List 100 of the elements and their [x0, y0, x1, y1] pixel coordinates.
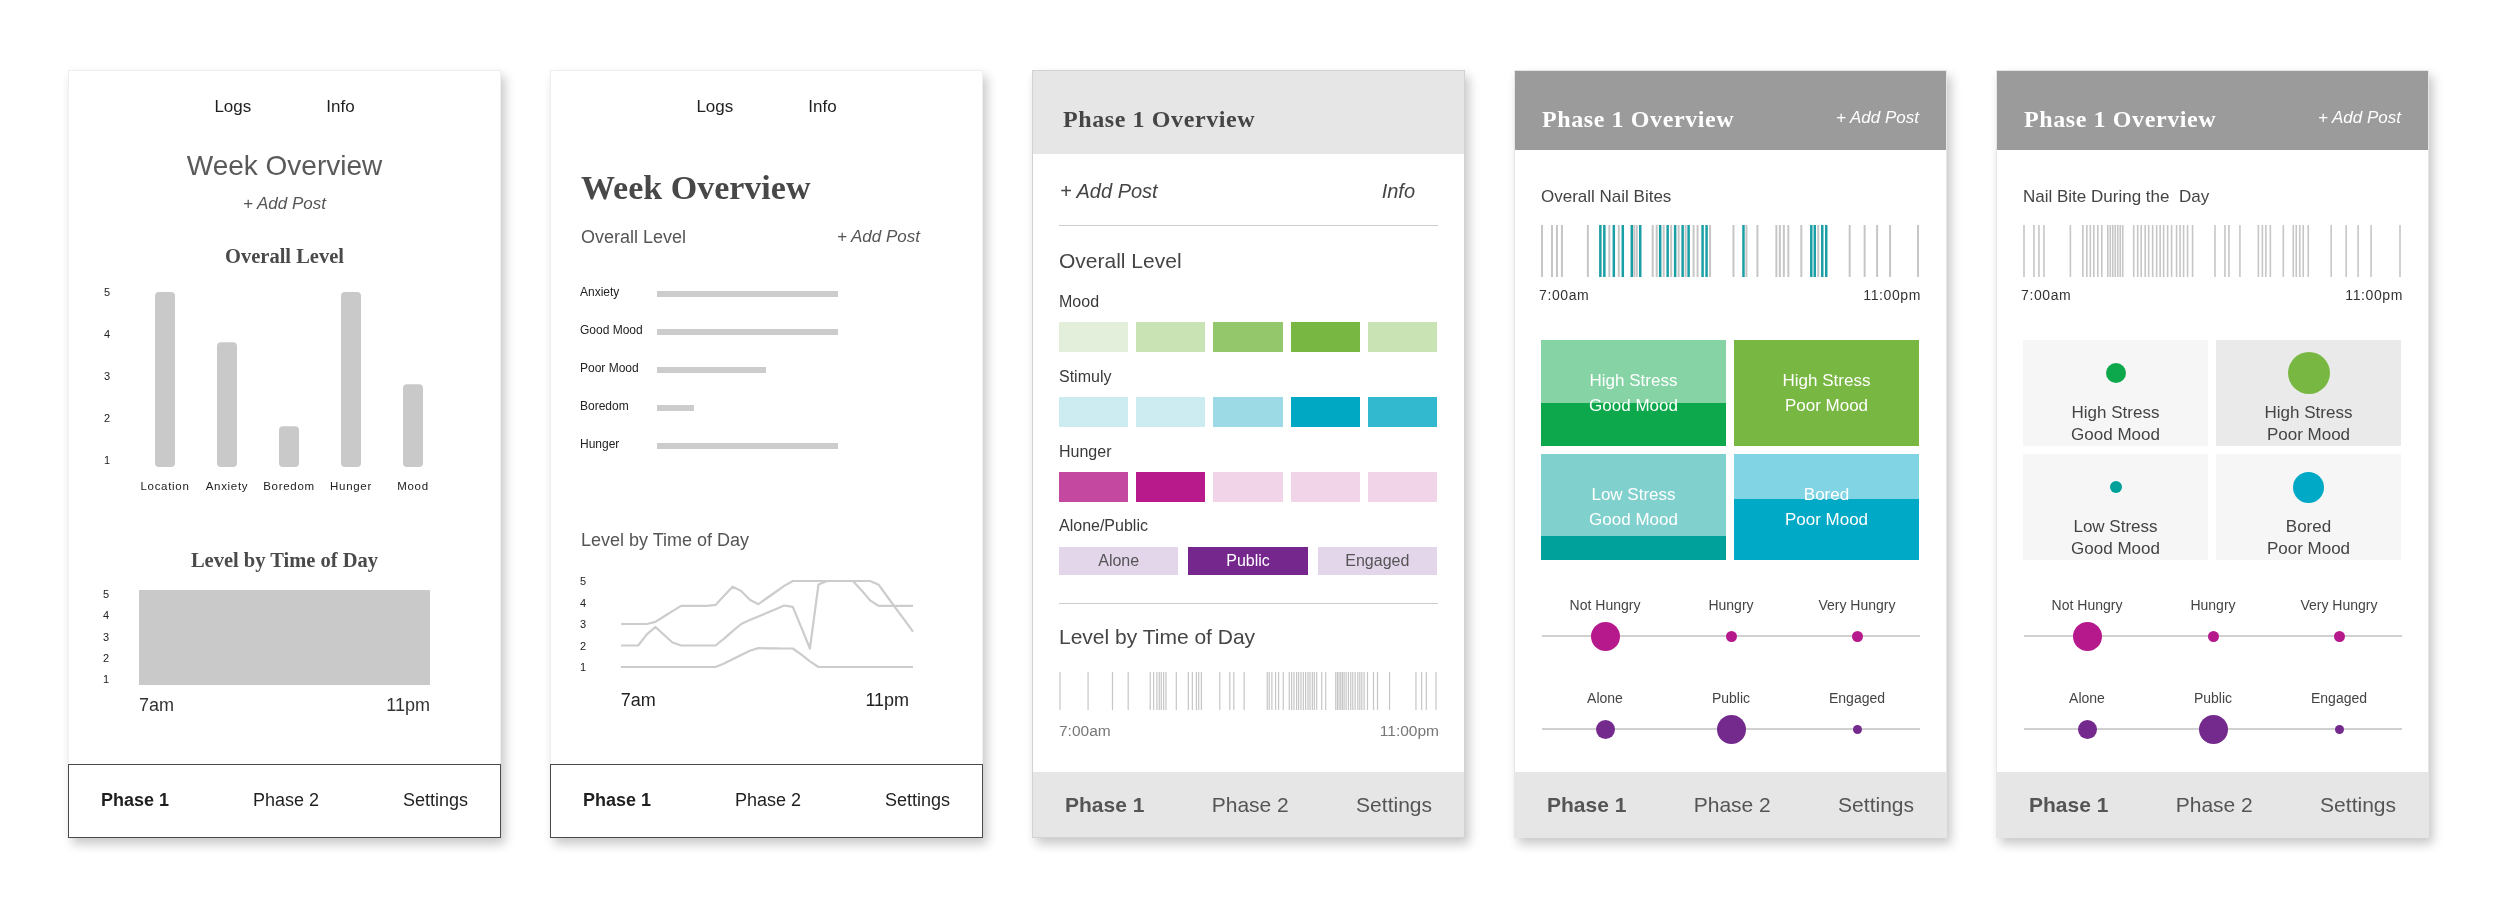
- scale-label: Not Hungry: [1569, 596, 1641, 615]
- section-heading: Overall Level: [1059, 248, 1182, 274]
- screen-title: Phase 1 Overview: [1542, 104, 1735, 134]
- time-label: 11:00pm: [1379, 721, 1439, 741]
- section-heading: Level by Time of Day: [581, 529, 750, 552]
- tile-label: Poor Mood: [2266, 424, 2351, 446]
- time-label: 11:00pm: [2345, 286, 2403, 305]
- scale-label: Engaged: [1828, 689, 1886, 708]
- scale-label: Very Hungry: [2300, 596, 2378, 615]
- tab[interactable]: Settings: [2320, 790, 2396, 819]
- bar: [279, 426, 299, 467]
- group-label: Mood: [1059, 292, 1100, 312]
- y-tick-label: 5: [103, 286, 111, 298]
- info-link[interactable]: Info: [1381, 177, 1415, 205]
- option-button[interactable]: Engaged: [1317, 547, 1437, 575]
- scale-label: Public: [1711, 689, 1751, 708]
- row-label: Good Mood: [580, 322, 644, 338]
- category-label: Mood: [397, 480, 429, 492]
- tile-label: Low Stress: [1591, 484, 1676, 506]
- row-label: Anxiety: [580, 284, 621, 300]
- time-label: 11pm: [386, 694, 430, 717]
- section-heading: Level by Time of Day: [1059, 624, 1256, 650]
- screen-title: Phase 1 Overview: [1063, 105, 1256, 134]
- tile-label: High Stress: [1589, 370, 1678, 392]
- add-post-link[interactable]: + Add Post: [243, 192, 326, 216]
- tab[interactable]: Phase 1: [583, 789, 652, 813]
- row-label: Hunger: [580, 436, 621, 452]
- tab[interactable]: Phase 2: [2175, 790, 2253, 819]
- time-label: 7:00am: [1539, 286, 1590, 305]
- tile-label: Poor Mood: [2266, 538, 2351, 560]
- tile-label: High Stress: [2264, 402, 2353, 424]
- add-post-link[interactable]: + Add Post: [837, 225, 920, 249]
- x-tick-label: 7am: [620, 690, 656, 710]
- nav-link[interactable]: Info: [326, 96, 355, 118]
- y-tick-label: 5: [103, 587, 110, 601]
- scale-label: Hungry: [2190, 596, 2236, 615]
- tile-label: Good Mood: [2071, 424, 2160, 446]
- y-tick-label: 2: [579, 639, 587, 652]
- section-heading: Overall Nail Bites: [1541, 186, 1672, 208]
- category-label: Hunger: [330, 480, 372, 492]
- time-label: 11:00pm: [1863, 286, 1921, 305]
- tab[interactable]: Phase 1: [1547, 790, 1627, 819]
- tab[interactable]: Phase 1: [101, 789, 170, 813]
- y-tick-label: 1: [103, 453, 111, 466]
- tile-label: High Stress: [1782, 370, 1871, 392]
- tile-label: Low Stress: [2073, 516, 2158, 538]
- category-label: Boredom: [263, 480, 315, 492]
- tile-label: Bored: [2285, 516, 2332, 538]
- add-post-link[interactable]: + Add Post: [1060, 177, 1158, 205]
- scale-label: Public: [2193, 689, 2233, 708]
- y-tick-label: 4: [103, 327, 111, 340]
- y-tick-label: 1: [579, 661, 587, 673]
- option-button[interactable]: Public: [1188, 547, 1308, 575]
- section-heading: Overall Level: [581, 226, 687, 249]
- tile-label: Good Mood: [2071, 538, 2160, 560]
- y-tick-label: 3: [103, 629, 110, 644]
- group-label: Alone/Public: [1059, 516, 1148, 536]
- y-tick-label: 5: [579, 575, 587, 587]
- tab[interactable]: Phase 1: [2029, 790, 2109, 819]
- y-tick-label: 2: [103, 650, 110, 665]
- time-label: 7:00am: [1059, 721, 1111, 741]
- tile-label: Poor Mood: [1784, 395, 1869, 417]
- tile-label: Good Mood: [1589, 395, 1678, 417]
- tab[interactable]: Settings: [1356, 790, 1432, 819]
- category-label: Location: [140, 480, 190, 492]
- tab[interactable]: Phase 2: [1211, 790, 1289, 819]
- nav-link[interactable]: Logs: [214, 96, 252, 118]
- tab[interactable]: Phase 2: [252, 789, 320, 813]
- tab[interactable]: Phase 2: [1693, 790, 1771, 819]
- tile-label: Good Mood: [1589, 509, 1678, 531]
- tab[interactable]: Phase 2: [734, 789, 802, 813]
- tile-label: Poor Mood: [1784, 509, 1869, 531]
- tile-label: High Stress: [2071, 402, 2160, 424]
- row-label: Poor Mood: [580, 360, 640, 376]
- y-tick-label: 1: [103, 672, 110, 686]
- section-heading: Level by Time of Day: [190, 548, 379, 573]
- y-tick-label: 3: [103, 369, 111, 382]
- group-label: Stimuly: [1059, 367, 1112, 387]
- section-heading: Overall Level: [225, 244, 344, 269]
- screen-title: Phase 1 Overview: [2024, 104, 2217, 134]
- scale-label: Engaged: [2310, 689, 2368, 708]
- scale-label: Alone: [2069, 689, 2105, 708]
- y-tick-label: 4: [103, 608, 110, 623]
- tab[interactable]: Settings: [884, 789, 950, 813]
- y-tick-label: 2: [103, 411, 111, 424]
- nav-link[interactable]: Logs: [696, 96, 734, 118]
- scale-label: Not Hungry: [2051, 596, 2123, 615]
- row-label: Boredom: [580, 398, 630, 414]
- group-label: Hunger: [1059, 442, 1112, 462]
- section-heading: Nail Bite During the Day: [2023, 186, 2210, 208]
- nav-link[interactable]: Info: [808, 96, 837, 118]
- scale-label: Very Hungry: [1818, 596, 1896, 615]
- screen-title: Week Overview: [186, 149, 383, 183]
- option-button[interactable]: Alone: [1059, 547, 1179, 575]
- tab[interactable]: Phase 1: [1065, 790, 1145, 819]
- tab[interactable]: Settings: [1838, 790, 1914, 819]
- y-tick-label: 3: [579, 618, 587, 630]
- category-label: Anxiety: [205, 480, 249, 492]
- screen-title: Week Overview: [581, 168, 811, 208]
- tab[interactable]: Settings: [402, 789, 468, 813]
